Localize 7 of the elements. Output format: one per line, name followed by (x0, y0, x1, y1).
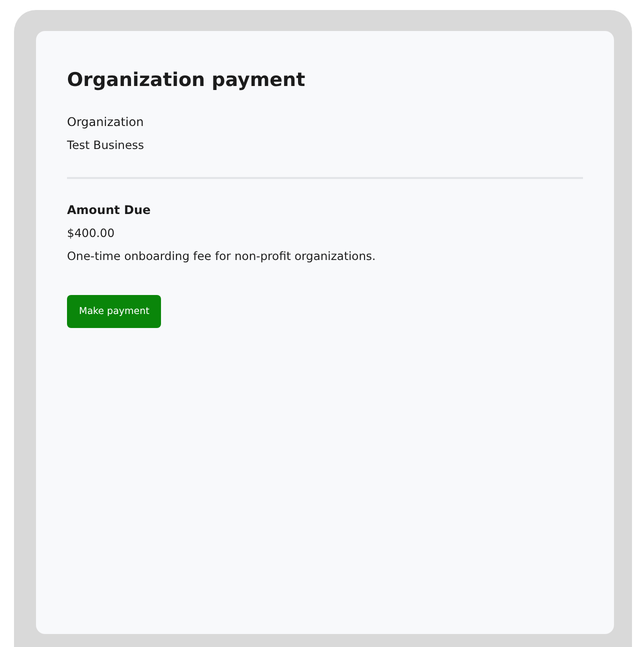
organization-label: Organization (67, 115, 145, 129)
page-title: Organization payment (67, 69, 306, 91)
organization-name: Test Business (67, 138, 146, 152)
amount-label: Amount Due (67, 203, 152, 217)
payment-button[interactable]: Make payment (67, 295, 162, 328)
fee-description: One-time onboarding fee for non-profit organizations. (67, 249, 377, 263)
amount-value: $400.00 (67, 226, 116, 240)
